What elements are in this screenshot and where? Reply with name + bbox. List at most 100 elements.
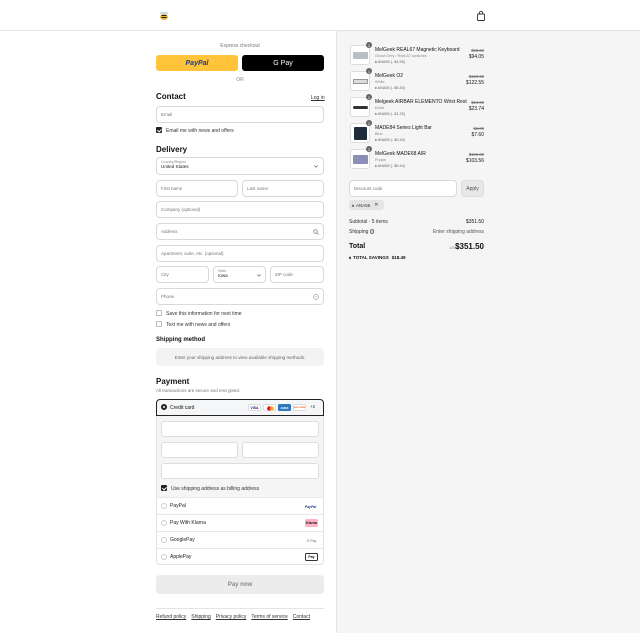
remove-code-icon[interactable]: ✕ xyxy=(374,202,378,208)
state-select[interactable]: State Iowa xyxy=(213,266,266,283)
total-value: $351.50 xyxy=(455,242,484,251)
payment-method-applepay[interactable]: ApplePay Pay xyxy=(156,548,324,565)
discover-icon: DISCOVER xyxy=(293,404,306,411)
order-summary xyxy=(336,31,640,633)
save-info-checkbox[interactable] xyxy=(156,310,162,316)
gpay-express-button[interactable]: G Pay xyxy=(242,55,324,71)
item-discount: ⬧ ANA55 (- $6.45) xyxy=(375,86,405,90)
item-price: $7.60 xyxy=(471,132,484,138)
applepay-radio[interactable] xyxy=(161,554,167,560)
first-name-field[interactable]: First name xyxy=(156,180,238,197)
help-icon[interactable]: ? xyxy=(313,294,319,300)
last-name-field[interactable]: Last name xyxy=(242,180,324,197)
product-image xyxy=(350,97,370,117)
applepay-icon: Pay xyxy=(305,553,318,561)
mastercard-icon xyxy=(263,404,276,411)
contact-title: Contact xyxy=(156,92,186,101)
amex-icon: AMEX xyxy=(278,404,291,411)
credit-card-radio[interactable] xyxy=(161,404,167,410)
payment-method-paypal[interactable]: PayPal PayPal xyxy=(156,497,324,514)
search-icon xyxy=(313,229,319,235)
bee-logo-icon[interactable] xyxy=(158,9,170,21)
shipping-method-message: Enter your shipping address to view avai… xyxy=(156,348,324,366)
company-field[interactable]: Company (optional) xyxy=(156,201,324,218)
googlepay-icon: G Pay xyxy=(306,538,317,543)
terms-link[interactable]: Terms of service xyxy=(251,614,287,620)
text-news-label: Text me with news and offers xyxy=(166,322,231,328)
card-expiry-field[interactable] xyxy=(161,442,238,458)
apartment-placeholder: Apartment, suite, etc. (optional) xyxy=(161,251,224,256)
discount-code-placeholder: Discount code xyxy=(354,186,383,191)
payment-method-klarna[interactable]: Pay With Klarna Klarna xyxy=(156,514,324,531)
subtotal-label: Subtotal · 5 items xyxy=(349,219,388,225)
text-news-checkbox[interactable] xyxy=(156,321,162,327)
help-icon[interactable]: ? xyxy=(369,229,375,234)
klarna-method-label: Pay With Klarna xyxy=(170,520,206,526)
card-number-field[interactable] xyxy=(161,421,319,437)
item-variant: Purple xyxy=(375,158,386,162)
apply-label: Apply xyxy=(466,185,479,192)
privacy-policy-link[interactable]: Privacy policy xyxy=(216,614,247,620)
news-checkbox[interactable] xyxy=(156,127,162,133)
card-cvv-field[interactable] xyxy=(242,442,319,458)
quantity-badge: 1 xyxy=(366,146,372,152)
quantity-badge: 1 xyxy=(366,120,372,126)
item-discount-text: ANA55 (- $6.45) xyxy=(377,86,405,90)
item-discount-text: ANA55 (- $0.40) xyxy=(377,138,405,142)
login-link[interactable]: Log in xyxy=(311,95,325,101)
last-name-placeholder: Last name xyxy=(247,186,269,191)
item-variant: White xyxy=(375,80,385,84)
phone-placeholder: Phone xyxy=(161,294,175,299)
payment-title: Payment xyxy=(156,377,190,386)
payment-method-googlepay[interactable]: GooglePay G Pay xyxy=(156,531,324,548)
visa-icon: VISA xyxy=(248,404,261,411)
zip-field[interactable]: ZIP code xyxy=(270,266,324,283)
item-price: $94.05 xyxy=(468,54,484,60)
contact-link[interactable]: Contact xyxy=(293,614,310,620)
billing-checkbox[interactable] xyxy=(161,485,167,491)
klarna-icon: Klarna xyxy=(305,519,318,527)
paypal-radio[interactable] xyxy=(161,503,167,509)
item-discount: ⬧ ANA55 (- $4.55) xyxy=(375,60,405,64)
city-placeholder: City xyxy=(161,272,169,277)
applied-code: ANA55 xyxy=(356,202,371,208)
shipping-link[interactable]: Shipping xyxy=(191,614,210,620)
paypal-method-label: PayPal xyxy=(170,503,186,509)
item-discount-text: ANA55 (- $1.25) xyxy=(377,112,405,116)
discount-code-input[interactable]: Discount code xyxy=(349,180,457,197)
apartment-field[interactable]: Apartment, suite, etc. (optional) xyxy=(156,245,324,262)
city-field[interactable]: City xyxy=(156,266,209,283)
savings-label: TOTAL SAVINGS xyxy=(353,255,389,260)
googlepay-method-label: GooglePay xyxy=(170,537,195,543)
item-title: MelGeek O2 xyxy=(375,73,404,79)
item-original-price: $98.60 xyxy=(471,48,484,53)
quantity-badge: 1 xyxy=(366,94,372,100)
item-title: MelGeek REAL67 Magnetic Keyboard xyxy=(375,47,460,53)
card-name-field[interactable] xyxy=(161,463,319,479)
apply-button[interactable]: Apply xyxy=(461,180,484,197)
shopping-bag-icon[interactable] xyxy=(475,9,487,21)
item-price: $122.55 xyxy=(465,80,484,86)
shipping-label: Shipping xyxy=(349,229,369,235)
news-label: Email me with news and offers xyxy=(166,128,234,134)
pay-now-button[interactable]: Pay now xyxy=(156,575,324,594)
item-original-price: $129.00 xyxy=(468,74,484,79)
klarna-radio[interactable] xyxy=(161,520,167,526)
pay-now-label: Pay now xyxy=(227,581,253,588)
googlepay-radio[interactable] xyxy=(161,537,167,543)
country-value: United States xyxy=(161,164,189,169)
item-discount: ⬧ ANA55 (- $1.25) xyxy=(375,112,405,116)
svg-text:?: ? xyxy=(315,295,317,299)
email-field[interactable]: Email xyxy=(156,106,324,123)
phone-field[interactable]: Phone ? xyxy=(156,288,324,305)
zip-placeholder: ZIP code xyxy=(275,272,293,277)
country-select[interactable]: Country/Region United States xyxy=(156,157,324,175)
refund-policy-link[interactable]: Refund policy xyxy=(156,614,186,620)
save-info-label: Save this information for next time xyxy=(166,311,242,317)
item-title: Melgeek AIRBAR ELEMENTO Wrist Rest xyxy=(375,99,467,105)
quantity-badge: 1 xyxy=(366,42,372,48)
item-title: MelGeek MADE68 AIR xyxy=(375,151,426,157)
address-field[interactable]: Address xyxy=(156,223,324,240)
paypal-express-button[interactable]: PayPal xyxy=(156,55,238,71)
more-cards-label: +2 xyxy=(310,404,316,409)
